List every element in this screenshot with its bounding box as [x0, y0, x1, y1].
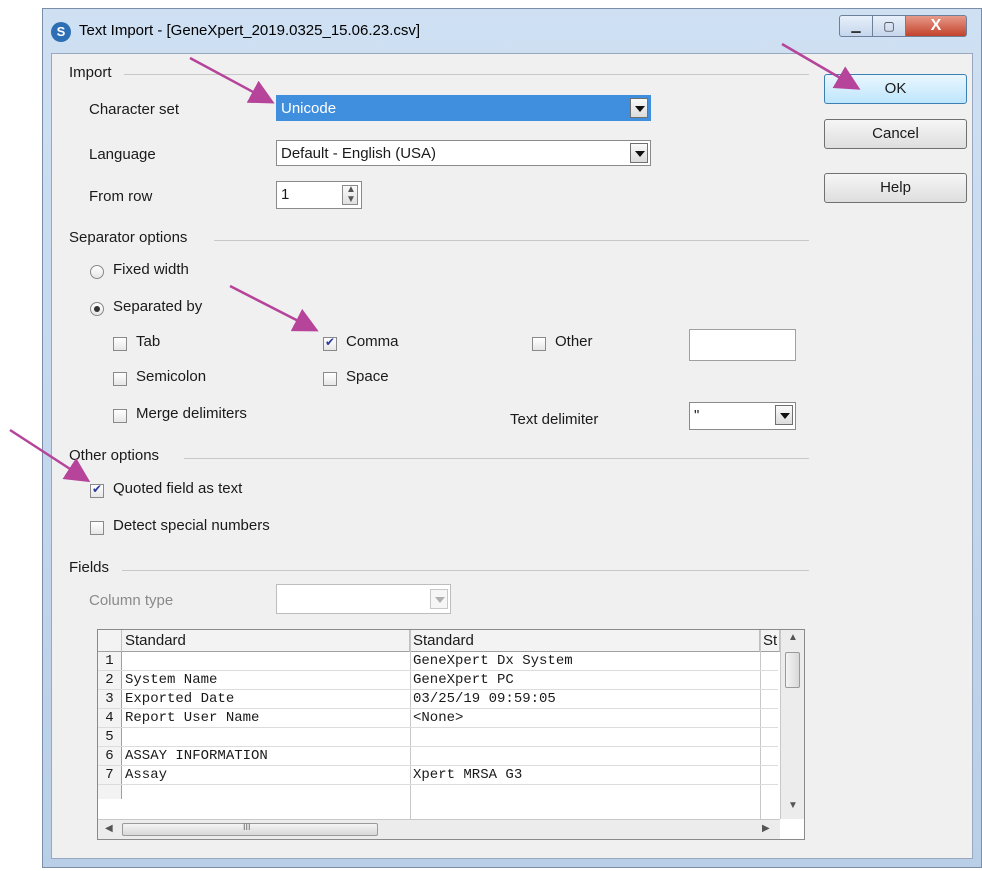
cell-col2: 03/25/19 09:59:05: [413, 691, 556, 707]
space-label[interactable]: Space: [346, 368, 389, 385]
row-number: 1: [98, 652, 122, 670]
chevron-down-icon[interactable]: [630, 143, 648, 163]
cell-col1: Report User Name: [125, 710, 260, 726]
minimize-button[interactable]: ▁: [839, 15, 873, 37]
from-row-label: From row: [89, 188, 153, 205]
other-options-divider: [184, 458, 809, 459]
preview-grid[interactable]: Standard Standard St 1 GeneXpert Dx Syst…: [97, 629, 805, 840]
cell-col1: Exported Date: [125, 691, 235, 707]
scroll-down-icon[interactable]: ▼: [788, 800, 798, 811]
language-label: Language: [89, 146, 156, 163]
chevron-down-icon[interactable]: [630, 98, 648, 118]
language-select[interactable]: Default - English (USA): [276, 140, 651, 166]
import-divider: [124, 74, 809, 75]
vertical-scrollbar[interactable]: ▲ ▼: [780, 630, 804, 819]
maximize-button[interactable]: ▢: [872, 15, 906, 37]
fields-divider: [122, 570, 809, 571]
scroll-up-icon[interactable]: ▲: [788, 632, 798, 643]
row-number: [98, 785, 122, 799]
column-header-3[interactable]: St: [760, 630, 780, 652]
cell-col2: GeneXpert Dx System: [413, 653, 573, 669]
charset-label: Character set: [89, 101, 180, 118]
space-checkbox[interactable]: [323, 372, 337, 386]
chevron-down-icon[interactable]: [775, 405, 793, 425]
comma-checkbox[interactable]: [323, 335, 337, 351]
language-value: Default - English (USA): [281, 145, 437, 162]
row-number: 4: [98, 709, 122, 727]
other-options-section-title: Other options: [69, 447, 160, 464]
detect-special-numbers-checkbox[interactable]: [90, 521, 104, 535]
dialog-body: Import Character set Unicode Language De…: [51, 53, 973, 859]
cell-col1: ASSAY INFORMATION: [125, 748, 268, 764]
ok-button[interactable]: OK: [824, 74, 967, 104]
row-divider: [98, 784, 778, 785]
cell-col1: [125, 728, 409, 746]
text-delimiter-value: ": [694, 407, 700, 424]
import-section-title: Import: [69, 64, 112, 81]
vertical-scroll-thumb[interactable]: [785, 652, 800, 688]
cell-col1: Assay: [125, 767, 168, 783]
column-divider: [760, 630, 761, 819]
horizontal-scrollbar[interactable]: ◀ III ▶: [98, 819, 780, 839]
row-number: 3: [98, 690, 122, 708]
scroll-left-icon[interactable]: ◀: [105, 823, 113, 834]
cell-col2: [413, 728, 758, 746]
app-icon: S: [51, 22, 71, 42]
quoted-field-checkbox[interactable]: [90, 482, 104, 498]
text-delimiter-label: Text delimiter: [510, 411, 599, 428]
other-separator-input[interactable]: [689, 329, 796, 361]
close-button[interactable]: X: [905, 15, 967, 37]
from-row-value: 1: [281, 186, 290, 203]
other-label[interactable]: Other: [555, 333, 593, 350]
cell-col2: [413, 747, 758, 765]
help-button[interactable]: Help: [824, 173, 967, 203]
cell-col1: [125, 652, 409, 670]
from-row-spinbox[interactable]: 1 ▲ ▼: [276, 181, 362, 209]
cell-col2: <None>: [413, 710, 464, 726]
cell-col2: GeneXpert PC: [413, 672, 514, 688]
cancel-button[interactable]: Cancel: [824, 119, 967, 149]
column-divider: [410, 630, 411, 819]
column-type-label: Column type: [89, 592, 174, 609]
row-number: 2: [98, 671, 122, 689]
text-delimiter-select[interactable]: ": [689, 402, 796, 430]
fixed-width-label[interactable]: Fixed width: [113, 261, 189, 278]
row-number: 7: [98, 766, 122, 784]
separator-divider: [214, 240, 809, 241]
quoted-field-label[interactable]: Quoted field as text: [113, 480, 242, 497]
spin-arrows-icon[interactable]: ▲ ▼: [342, 184, 358, 205]
separator-section-title: Separator options: [69, 229, 188, 246]
fields-section-title: Fields: [69, 559, 110, 576]
charset-value: Unicode: [281, 100, 337, 117]
text-import-dialog: S Text Import - [GeneXpert_2019.0325_15.…: [42, 8, 982, 868]
title-bar[interactable]: S Text Import - [GeneXpert_2019.0325_15.…: [43, 9, 981, 53]
detect-special-numbers-label[interactable]: Detect special numbers: [113, 517, 270, 534]
horizontal-scroll-thumb[interactable]: III: [122, 822, 378, 836]
fixed-width-radio[interactable]: [90, 265, 104, 279]
grip-icon: III: [243, 822, 251, 832]
column-type-select[interactable]: [276, 584, 451, 614]
separated-by-label[interactable]: Separated by: [113, 298, 202, 315]
merge-delimiters-checkbox[interactable]: [113, 409, 127, 423]
row-number: 6: [98, 747, 122, 765]
column-header-2[interactable]: Standard: [410, 630, 760, 652]
separated-by-radio[interactable]: [90, 302, 104, 316]
scroll-right-icon[interactable]: ▶: [762, 823, 770, 834]
merge-delimiters-label[interactable]: Merge delimiters: [136, 405, 247, 422]
semicolon-label[interactable]: Semicolon: [136, 368, 206, 385]
column-header-1[interactable]: Standard: [122, 630, 410, 652]
tab-label[interactable]: Tab: [136, 333, 160, 350]
other-checkbox[interactable]: [532, 337, 546, 351]
cell-col2: Xpert MRSA G3: [413, 767, 523, 783]
row-number: 5: [98, 728, 122, 746]
cell-col1: System Name: [125, 672, 218, 688]
corner-header: [98, 630, 122, 652]
semicolon-checkbox[interactable]: [113, 372, 127, 386]
tab-checkbox[interactable]: [113, 337, 127, 351]
window-title: Text Import - [GeneXpert_2019.0325_15.06…: [79, 22, 421, 39]
charset-select[interactable]: Unicode: [276, 95, 651, 121]
chevron-down-icon[interactable]: [430, 589, 448, 609]
comma-label[interactable]: Comma: [346, 333, 399, 350]
